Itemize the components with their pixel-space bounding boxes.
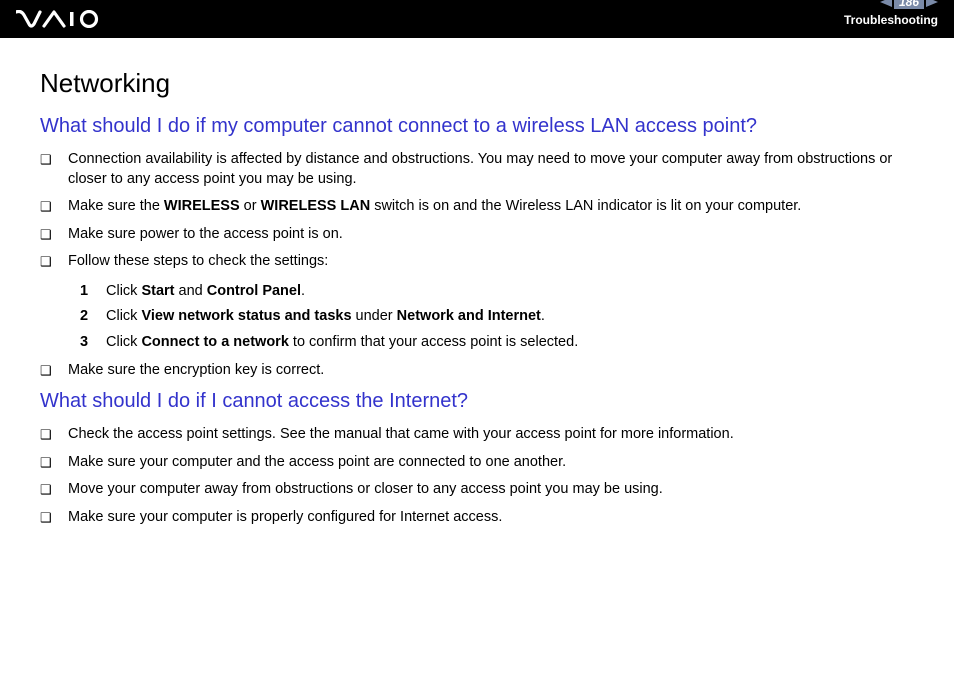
bullet-icon: ❑ [40, 480, 68, 499]
q1-steps: 1 Click Start and Control Panel. 2 Click… [80, 282, 914, 353]
prev-page-arrow-icon[interactable] [880, 0, 892, 7]
bullet-text: Make sure your computer is properly conf… [68, 508, 914, 528]
list-item: ❑ Make sure the encryption key is correc… [40, 361, 914, 381]
bullet-text: Make sure your computer and the access p… [68, 453, 914, 473]
bullet-icon: ❑ [40, 150, 68, 169]
list-item: ❑ Move your computer away from obstructi… [40, 480, 914, 500]
step-text: Click Start and Control Panel. [106, 282, 914, 302]
list-item: 2 Click View network status and tasks un… [80, 307, 914, 327]
section-label: Troubleshooting [844, 13, 938, 27]
bullet-icon: ❑ [40, 508, 68, 527]
q1-bullets: ❑ Connection availability is affected by… [40, 150, 914, 272]
header-bar: 186 Troubleshooting [0, 0, 954, 38]
bullet-icon: ❑ [40, 225, 68, 244]
list-item: ❑ Follow these steps to check the settin… [40, 252, 914, 272]
list-item: 3 Click Connect to a network to confirm … [80, 333, 914, 353]
header-right: 186 Troubleshooting [844, 11, 938, 27]
q2-bullets: ❑ Check the access point settings. See t… [40, 425, 914, 527]
page-content: Networking What should I do if my comput… [0, 38, 954, 557]
bullet-text: Connection availability is affected by d… [68, 150, 914, 189]
question-2-title: What should I do if I cannot access the … [40, 390, 914, 413]
bullet-text: Follow these steps to check the settings… [68, 252, 914, 272]
bullet-text: Make sure the WIRELESS or WIRELESS LAN s… [68, 197, 914, 217]
list-item: ❑ Make sure your computer is properly co… [40, 508, 914, 528]
bullet-text: Make sure power to the access point is o… [68, 225, 914, 245]
list-item: ❑ Check the access point settings. See t… [40, 425, 914, 445]
list-item: ❑ Make sure your computer and the access… [40, 453, 914, 473]
list-item: 1 Click Start and Control Panel. [80, 282, 914, 302]
step-number: 1 [80, 282, 106, 302]
question-1-title: What should I do if my computer cannot c… [40, 115, 914, 138]
bullet-text: Check the access point settings. See the… [68, 425, 914, 445]
bullet-text: Move your computer away from obstruction… [68, 480, 914, 500]
vaio-logo [16, 10, 111, 28]
bullet-icon: ❑ [40, 197, 68, 216]
page-number: 186 [894, 0, 924, 9]
list-item: ❑ Make sure the WIRELESS or WIRELESS LAN… [40, 197, 914, 217]
q1-bullets-after: ❑ Make sure the encryption key is correc… [40, 361, 914, 381]
bullet-icon: ❑ [40, 425, 68, 444]
step-number: 2 [80, 307, 106, 327]
list-item: ❑ Make sure power to the access point is… [40, 225, 914, 245]
list-item: ❑ Connection availability is affected by… [40, 150, 914, 189]
page-nav: 186 [880, 0, 938, 9]
bullet-icon: ❑ [40, 361, 68, 380]
step-text: Click Connect to a network to confirm th… [106, 333, 914, 353]
next-page-arrow-icon[interactable] [926, 0, 938, 7]
page-title: Networking [40, 68, 914, 99]
bullet-icon: ❑ [40, 252, 68, 271]
step-text: Click View network status and tasks unde… [106, 307, 914, 327]
bullet-icon: ❑ [40, 453, 68, 472]
step-number: 3 [80, 333, 106, 353]
bullet-text: Make sure the encryption key is correct. [68, 361, 914, 381]
